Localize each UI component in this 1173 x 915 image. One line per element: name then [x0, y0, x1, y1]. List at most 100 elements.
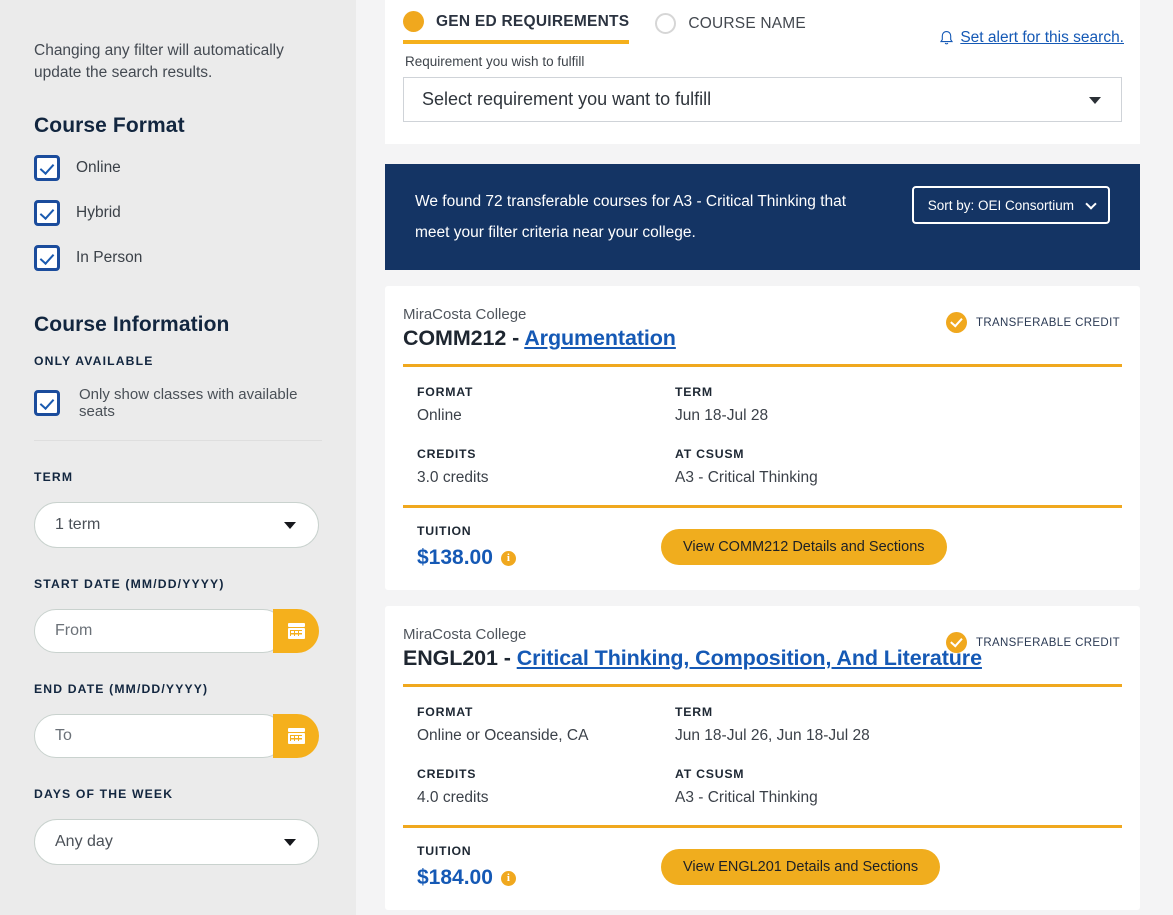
- credits-label: CREDITS: [417, 447, 477, 461]
- checkbox-in-person[interactable]: In Person: [34, 245, 322, 271]
- checkbox-hybrid[interactable]: Hybrid: [34, 200, 322, 226]
- days-of-week-value: Any day: [55, 833, 113, 850]
- checkbox-icon[interactable]: [34, 390, 60, 416]
- start-date-input[interactable]: [34, 609, 285, 653]
- credits-value: 3.0 credits: [417, 469, 489, 486]
- days-of-week-select[interactable]: Any day: [34, 819, 319, 865]
- end-date-input[interactable]: [34, 714, 285, 758]
- at-csusm-label: AT CSUSM: [675, 767, 745, 781]
- tuition-value: $138.00: [417, 546, 493, 569]
- sort-by-value: Sort by: OEI Consortium: [927, 197, 1074, 213]
- course-details-grid: FORMAT Online TERM Jun 18-Jul 28 CREDITS…: [403, 367, 1122, 505]
- format-value: Online: [417, 407, 462, 424]
- term-label: TERM: [34, 470, 74, 484]
- format-label: FORMAT: [417, 705, 474, 719]
- checkbox-icon[interactable]: [34, 155, 60, 181]
- view-details-button[interactable]: View ENGL201 Details and Sections: [661, 849, 941, 885]
- days-of-week-label: DAYS OF THE WEEK: [34, 787, 174, 801]
- set-alert-link[interactable]: Set alert for this search.: [939, 29, 1124, 47]
- end-date-field: END DATE (MM/DD/YYYY): [34, 682, 322, 758]
- course-credits-field: CREDITS 3.0 credits: [417, 447, 675, 487]
- chevron-down-icon: [284, 522, 296, 529]
- radio-selected-icon[interactable]: [403, 11, 424, 32]
- term-select[interactable]: 1 term: [34, 502, 319, 548]
- checkbox-label: Hybrid: [76, 204, 121, 221]
- start-date-field: START DATE (MM/DD/YYYY): [34, 577, 322, 653]
- course-format-field: FORMAT Online: [417, 385, 675, 425]
- chevron-down-icon: [1085, 198, 1097, 210]
- radio-unselected-icon[interactable]: [655, 13, 677, 34]
- tab-course-name[interactable]: COURSE NAME: [655, 13, 806, 42]
- end-date-calendar-button[interactable]: [273, 714, 319, 758]
- requirement-field-label: Requirement you wish to fulfill: [405, 54, 585, 69]
- transferable-credit-badge: TRANSFERABLE CREDIT: [945, 632, 1120, 653]
- at-csusm-value: A3 - Critical Thinking: [675, 469, 818, 486]
- course-name-link[interactable]: Critical Thinking, Composition, And Lite…: [517, 646, 982, 670]
- term-value: Jun 18-Jul 26, Jun 18-Jul 28: [675, 727, 870, 744]
- tuition-block: TUITION $184.00 i: [417, 844, 661, 890]
- term-field: TERM 1 term: [34, 470, 322, 548]
- course-card: MiraCosta College ENGL201 - Critical Thi…: [385, 606, 1140, 910]
- only-available-label: ONLY AVAILABLE: [34, 354, 154, 368]
- main-content: GEN ED REQUIREMENTS COURSE NAME Set aler…: [356, 0, 1173, 915]
- tuition-amount: $138.00 i: [417, 546, 661, 570]
- view-details-button[interactable]: View COMM212 Details and Sections: [661, 529, 947, 565]
- chevron-down-icon: [1089, 96, 1101, 104]
- checkbox-icon[interactable]: [34, 245, 60, 271]
- term-value: Jun 18-Jul 28: [675, 407, 769, 424]
- tuition-label: TUITION: [417, 844, 472, 858]
- requirement-select[interactable]: Select requirement you want to fulfill: [403, 77, 1122, 122]
- checkbox-available-seats[interactable]: Only show classes with available seats: [34, 386, 322, 420]
- info-icon[interactable]: i: [500, 870, 516, 886]
- course-card-footer: TUITION $184.00 i View ENGL201 Details a…: [403, 828, 1122, 910]
- start-date-label: START DATE (MM/DD/YYYY): [34, 577, 225, 591]
- term-label: TERM: [675, 705, 713, 719]
- course-card-footer: TUITION $138.00 i View COMM212 Details a…: [403, 508, 1122, 590]
- course-information-heading: Course Information: [34, 313, 230, 336]
- sort-by-select[interactable]: Sort by: OEI Consortium: [911, 186, 1110, 224]
- course-card: MiraCosta College COMM212 - Argumentatio…: [385, 286, 1140, 590]
- tuition-value: $184.00: [417, 866, 493, 889]
- checkbox-icon[interactable]: [34, 200, 60, 226]
- course-at-csusm-field: AT CSUSM A3 - Critical Thinking: [675, 767, 1122, 807]
- at-csusm-value: A3 - Critical Thinking: [675, 789, 818, 806]
- transferable-credit-badge: TRANSFERABLE CREDIT: [945, 312, 1120, 333]
- info-icon[interactable]: i: [500, 550, 516, 566]
- page-root: Changing any filter will automatically u…: [0, 0, 1173, 915]
- results-summary-line2: meet your filter criteria near your coll…: [415, 224, 696, 241]
- tab-label: GEN ED REQUIREMENTS: [436, 12, 630, 30]
- course-format-field: FORMAT Online or Oceanside, CA: [417, 705, 675, 745]
- tuition-amount: $184.00 i: [417, 866, 661, 890]
- badge-label: TRANSFERABLE CREDIT: [975, 316, 1120, 329]
- course-details-grid: FORMAT Online or Oceanside, CA TERM Jun …: [403, 687, 1122, 825]
- days-of-week-field: DAYS OF THE WEEK Any day: [34, 787, 322, 865]
- checkbox-online[interactable]: Online: [34, 155, 322, 181]
- check-circle-icon: [945, 312, 967, 333]
- course-at-csusm-field: AT CSUSM A3 - Critical Thinking: [675, 447, 1122, 487]
- requirement-select-value: Select requirement you want to fulfill: [422, 89, 712, 109]
- start-date-calendar-button[interactable]: [273, 609, 319, 653]
- course-name-link[interactable]: Argumentation: [524, 326, 676, 350]
- set-alert-label: Set alert for this search.: [960, 29, 1124, 46]
- tab-label: COURSE NAME: [688, 14, 806, 32]
- calendar-icon: [287, 728, 305, 744]
- check-circle-icon: [945, 632, 967, 653]
- bell-icon: [940, 31, 954, 45]
- course-code: COMM212 -: [403, 326, 525, 350]
- results-summary-text: We found 72 transferable courses for A3 …: [415, 186, 846, 248]
- course-format-heading: Course Format: [34, 114, 185, 137]
- filter-note: Changing any filter will automatically u…: [34, 42, 284, 81]
- at-csusm-label: AT CSUSM: [675, 447, 745, 461]
- format-label: FORMAT: [417, 385, 474, 399]
- credits-label: CREDITS: [417, 767, 477, 781]
- course-term-field: TERM Jun 18-Jul 28: [675, 385, 1122, 425]
- results-summary-line1: We found 72 transferable courses for A3 …: [415, 193, 847, 210]
- tuition-block: TUITION $138.00 i: [417, 524, 661, 570]
- calendar-icon: [287, 623, 305, 639]
- chevron-down-icon: [284, 839, 296, 846]
- credits-value: 4.0 credits: [417, 789, 489, 806]
- checkbox-label: Online: [76, 159, 121, 176]
- search-panel: GEN ED REQUIREMENTS COURSE NAME Set aler…: [385, 0, 1140, 144]
- tab-gen-ed-requirements[interactable]: GEN ED REQUIREMENTS: [403, 11, 630, 44]
- format-value: Online or Oceanside, CA: [417, 727, 589, 744]
